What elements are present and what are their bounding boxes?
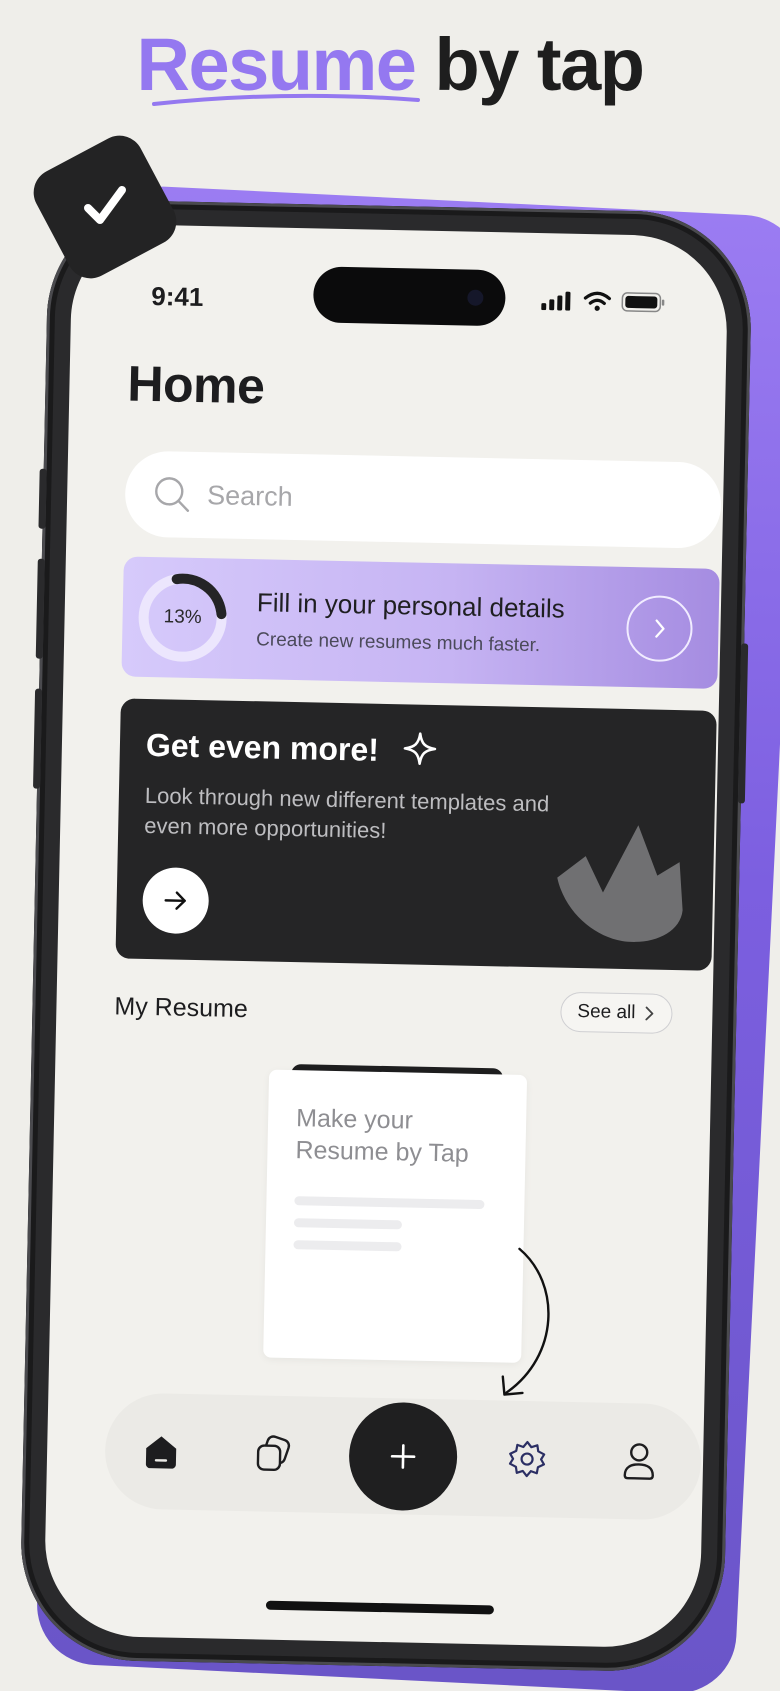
status-icons [541, 289, 665, 314]
section-title-my-resume: My Resume [114, 992, 249, 1024]
search-bar[interactable] [124, 450, 722, 549]
battery-icon [621, 292, 665, 313]
progress-card-title: Fill in your personal details [256, 587, 566, 624]
headline-rest: by tap [434, 23, 645, 106]
phone-frame: 9:41 Home Search 13% Fill in your person… [18, 198, 754, 1674]
gear-icon [508, 1440, 546, 1478]
status-time: 9:41 [151, 280, 204, 313]
nav-settings[interactable] [503, 1435, 552, 1484]
phone-side-button [38, 468, 47, 529]
resume-placeholder-line [293, 1218, 403, 1230]
dynamic-island [312, 266, 506, 327]
chevron-right-icon [645, 1006, 654, 1021]
search-input[interactable] [206, 479, 678, 521]
chevron-right-icon [655, 619, 665, 638]
page-title: Home [126, 355, 265, 415]
promo-title: Get even more! [145, 726, 380, 768]
nav-home[interactable] [137, 1427, 186, 1476]
home-indicator [265, 1600, 495, 1615]
sparkle-icon [403, 732, 437, 765]
checkmark-icon [84, 186, 126, 224]
see-all-button[interactable]: See all [560, 991, 673, 1035]
promo-go-button[interactable] [142, 866, 210, 935]
promo-description: Look through new different templates and… [144, 782, 550, 843]
plus-icon [390, 1444, 416, 1469]
resume-placeholder-line [293, 1240, 402, 1252]
resume-placeholder-card[interactable]: Make your Resume by Tap [263, 1069, 528, 1363]
user-icon [623, 1443, 654, 1480]
nav-templates[interactable] [249, 1429, 298, 1478]
camera-icon [467, 289, 484, 306]
crown-hand-icon [557, 825, 683, 942]
wifi-icon [583, 291, 611, 311]
home-icon [145, 1436, 177, 1469]
copy-icon [256, 1435, 291, 1471]
underline-swoosh-icon [152, 93, 420, 106]
resume-placeholder-line [294, 1196, 485, 1210]
promo-card[interactable]: Get even more! Look through new differen… [115, 698, 717, 971]
bottom-nav [103, 1392, 703, 1521]
progress-percent: 13% [163, 606, 202, 629]
arrow-right-icon [164, 891, 186, 910]
curved-arrow-icon [501, 1247, 550, 1396]
see-all-label: See all [577, 1001, 636, 1024]
progress-card-subtitle: Create new resumes much faster. [255, 629, 541, 657]
personal-details-card[interactable]: 13% Fill in your personal details Create… [121, 556, 720, 689]
nav-profile[interactable] [615, 1437, 664, 1486]
signal-icon [541, 291, 571, 311]
nav-add-button[interactable] [347, 1401, 459, 1512]
phone-screen: 9:41 Home Search 13% Fill in your person… [43, 223, 729, 1649]
resume-placeholder-title: Make your Resume by Tap [295, 1104, 470, 1168]
phone-side-button [33, 688, 43, 789]
phone-side-button [35, 558, 45, 659]
progress-card-next-button[interactable] [625, 594, 694, 663]
search-icon [155, 477, 190, 512]
